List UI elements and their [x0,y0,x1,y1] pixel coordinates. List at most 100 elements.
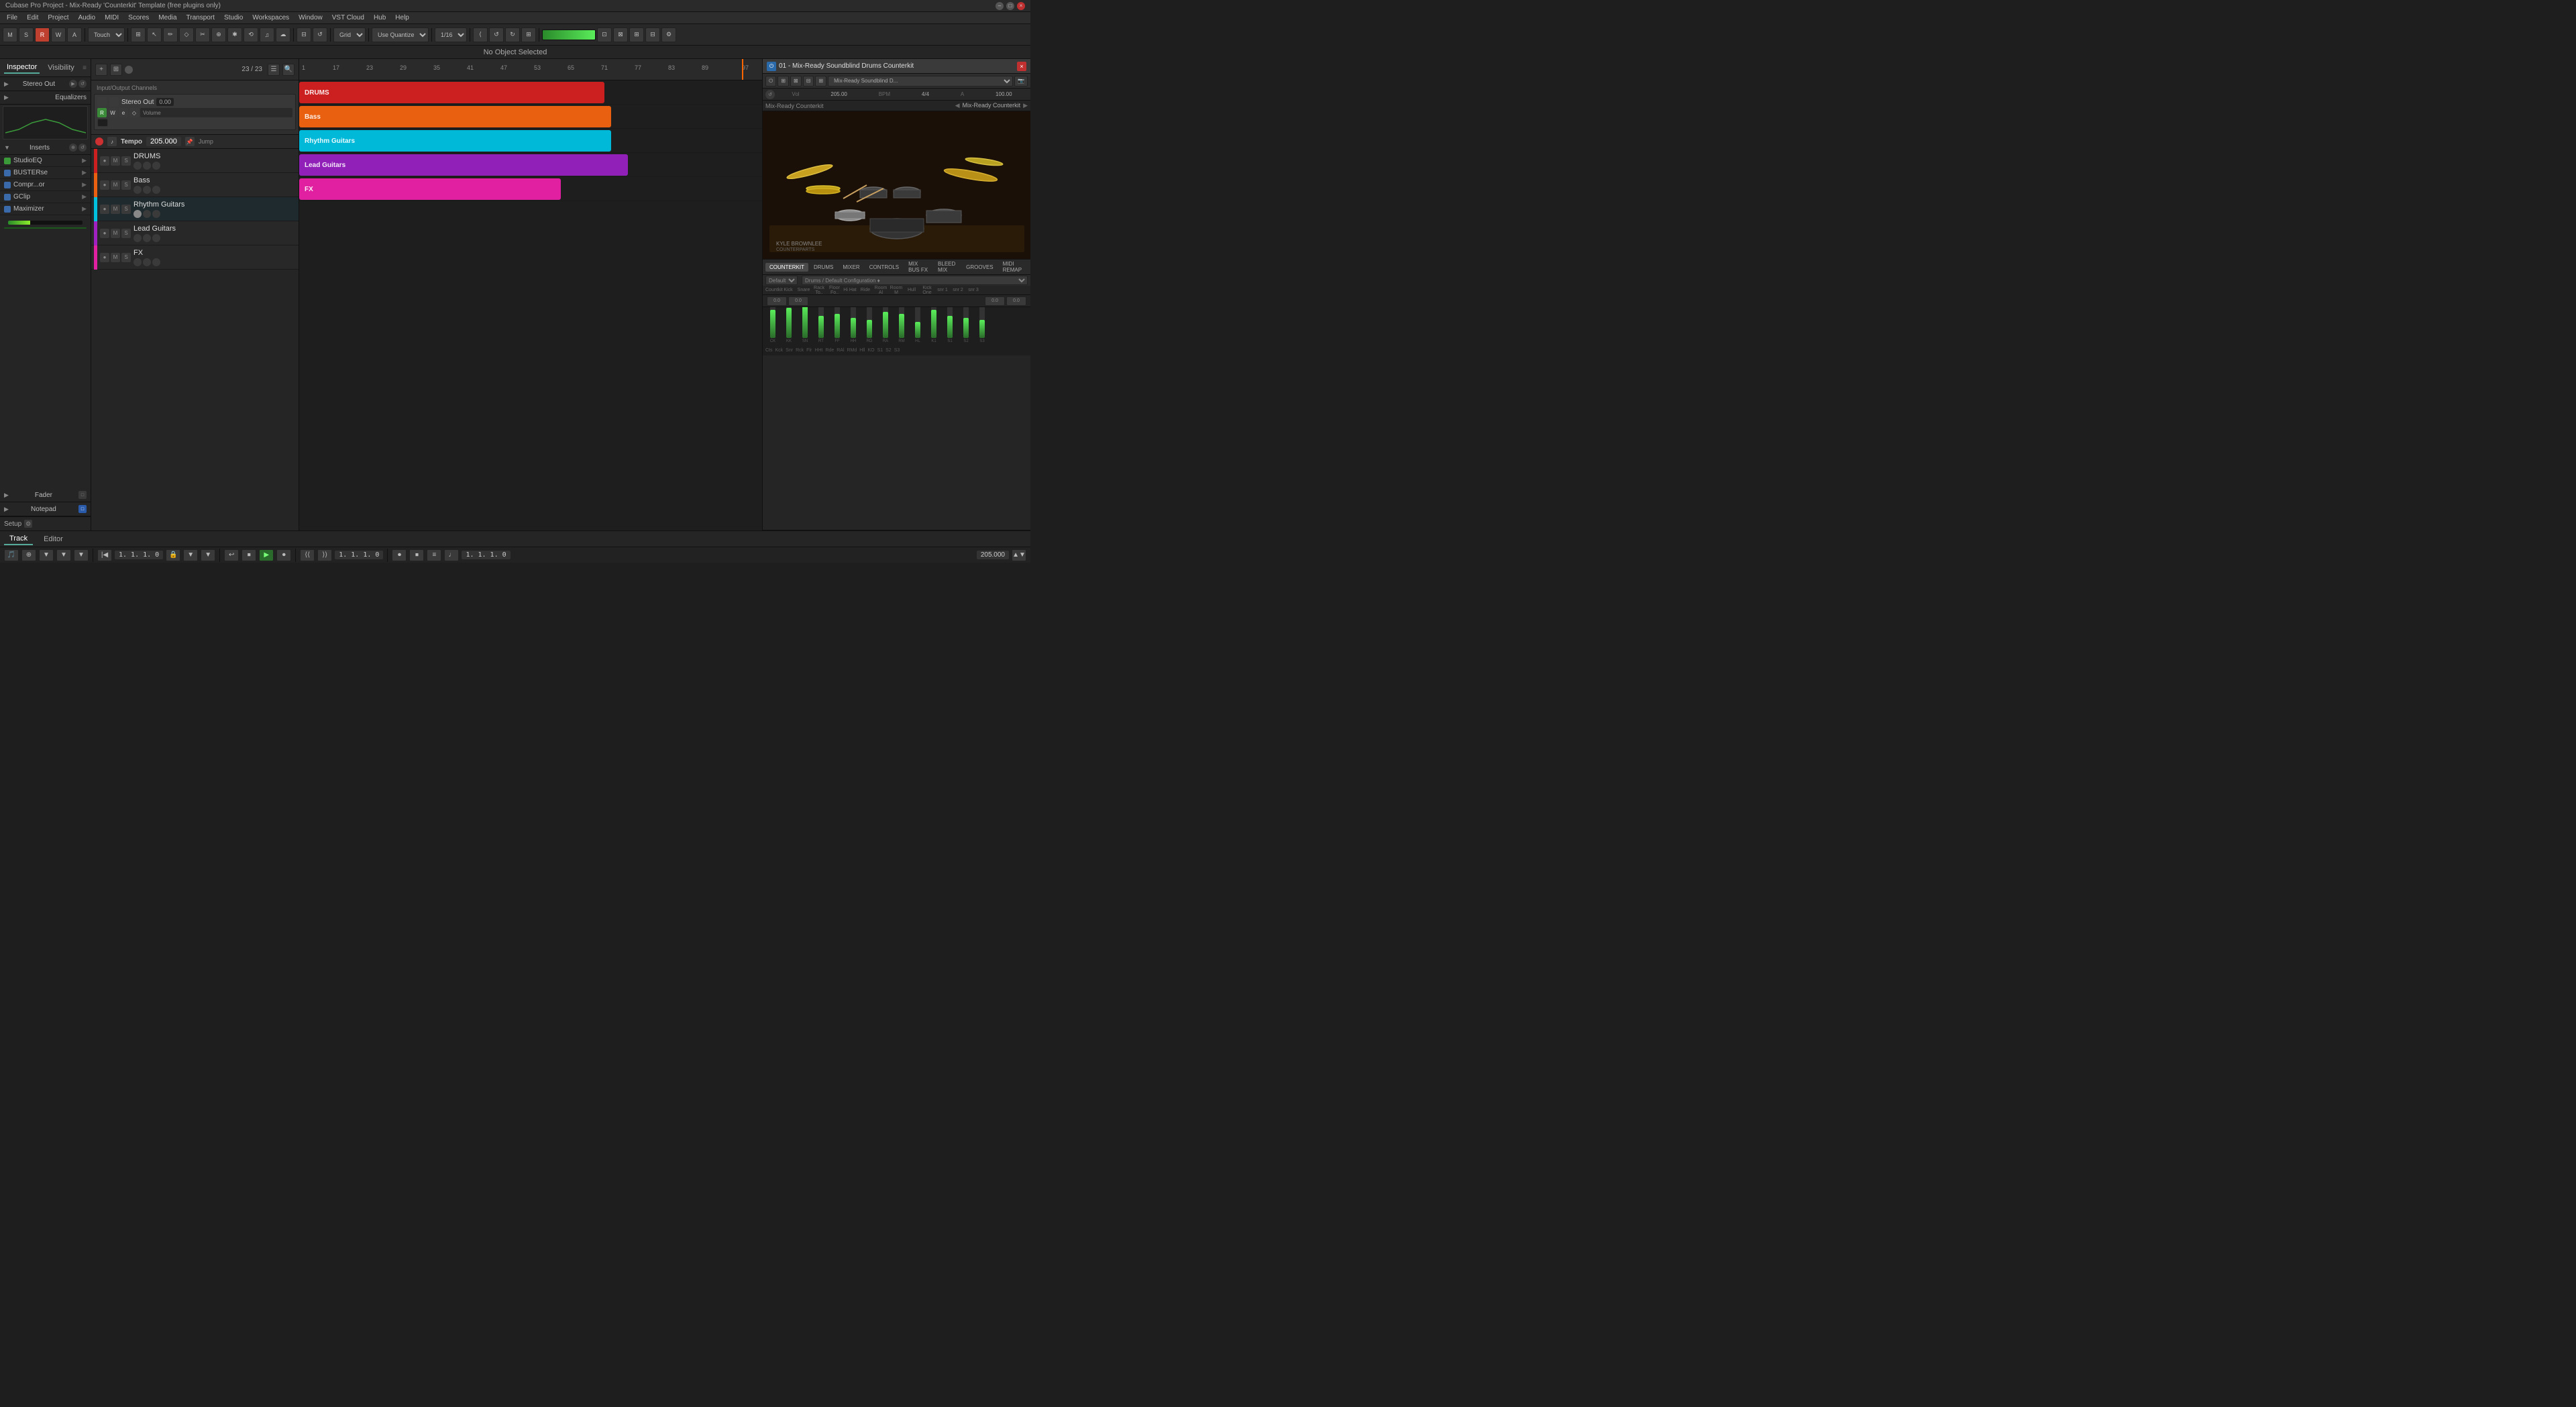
notepad-section[interactable]: ▶ Notepad □ [0,502,91,516]
tb-zoom[interactable]: ⊟ [297,27,311,42]
pl-btn-4[interactable]: ⊟ [803,76,814,87]
pl-nav-mixbusfx[interactable]: MIX BUS FX [904,260,932,274]
touch-mode-select[interactable]: Touch [88,27,125,42]
track-mini1-lead-guitars[interactable] [133,234,142,242]
tb-tool8[interactable]: ♫ [260,27,274,42]
menu-vstcloud[interactable]: VST Cloud [328,13,368,22]
menu-workspaces[interactable]: Workspaces [248,13,293,22]
tempo-jump-btn[interactable]: Jump [199,138,213,145]
tb-w[interactable]: W [51,27,66,42]
pl-btn-cam[interactable]: 📷 [1014,76,1028,87]
track-mini2-bass[interactable] [143,186,151,194]
track-mini3-lead-guitars[interactable] [152,234,160,242]
fader-btn[interactable]: □ [78,491,87,499]
inspector-menu-icon[interactable]: ≡ [83,64,87,72]
add-track-button[interactable]: + [95,64,107,76]
track-solo-lead-guitars[interactable]: S [121,229,131,238]
track-row-fx[interactable]: ● M S FX [91,245,299,270]
tb-settings1[interactable]: ⊡ [597,27,612,42]
track-mute-lead-guitars[interactable]: M [111,229,120,238]
tb-a[interactable]: A [67,27,82,42]
pl-nav-mixer[interactable]: MIXER [839,263,863,272]
track-mute-rhythm-guitars[interactable]: M [111,205,120,214]
track-solo-fx[interactable]: S [121,253,131,262]
track-mini1-drums[interactable] [133,162,142,170]
tb-s[interactable]: S [19,27,34,42]
tracklist-filter[interactable]: ☰ [268,64,280,76]
track-row-lead-guitars[interactable]: ● M S Lead Guitars [91,221,299,245]
tr-position1[interactable]: 1. 1. 1. 0 [115,551,163,559]
plugin-maximizer[interactable]: Maximizer ▶ [0,203,91,215]
track-mute-drums[interactable]: M [111,156,120,166]
arrange-clip-rhythm-guitars[interactable]: Rhythm Guitars [299,130,611,152]
inserts-btn1[interactable]: ⊕ [69,144,77,152]
tracklist-search[interactable]: 🔍 [282,64,294,76]
tr-position2[interactable]: 1. 1. 1. 0 [335,551,383,559]
plugin-compressor[interactable]: Compr...or ▶ [0,179,91,191]
track-mini1-rhythm-guitars[interactable] [133,210,142,218]
tr-loop-enable[interactable]: 🔒 [166,549,180,561]
stereo-out-btn1[interactable]: ▶ [69,80,77,88]
tr-rec-mode[interactable]: ⊕ [21,549,36,561]
track-mini3-drums[interactable] [152,162,160,170]
tb-extra4[interactable]: ⊞ [521,27,536,42]
menu-project[interactable]: Project [44,13,72,22]
arrange-clip-bass[interactable]: Bass [299,106,611,127]
menu-studio[interactable]: Studio [220,13,247,22]
tb-tool1[interactable]: ↖ [147,27,162,42]
track-row-drums[interactable]: ● M S DRUMS [91,149,299,173]
tr-metronome2[interactable]: ♩ [444,549,459,561]
pl2-btn1[interactable]: ↺ [765,90,775,99]
pl-nav-grooves[interactable]: GROOVES [962,263,997,272]
menu-scores[interactable]: Scores [124,13,153,22]
arrange-clip-lead-guitars[interactable]: Lead Guitars [299,154,628,176]
tb-tool9[interactable]: ☁ [276,27,290,42]
menu-midi[interactable]: MIDI [101,13,123,22]
fader-ctrl2[interactable]: 0.0 [788,296,808,306]
fader-bar-floorfo[interactable] [835,307,840,338]
io-btn-e[interactable]: e [119,108,128,117]
tr-rec2[interactable]: ⏺ [392,549,407,561]
tb-tool4[interactable]: ✂ [195,27,210,42]
note-select[interactable]: 1/16 [435,27,467,42]
mixer-preset-select[interactable]: Default [765,276,798,285]
io-btn-r[interactable]: R [97,108,107,117]
equalizers-section[interactable]: ▶ Equalizers [0,91,91,105]
tr-prev-marker[interactable]: ⟨⟨ [300,549,315,561]
tr-stop[interactable]: ⏹ [241,549,256,561]
quantize-select[interactable]: Use Quantize [372,27,429,42]
fader-bar-rackto[interactable] [818,307,824,338]
tr-rewind-home[interactable]: |◀ [97,549,112,561]
fader-bar-roomm[interactable] [899,307,904,338]
tr-punch[interactable]: ▼ [74,549,89,561]
tr-undo[interactable]: ↩ [224,549,239,561]
fader-ctrl4[interactable]: 0.0 [1006,296,1026,306]
menu-hub[interactable]: Hub [370,13,390,22]
track-row-rhythm-guitars[interactable]: ● M S Rhythm Guitars [91,197,299,221]
menu-file[interactable]: File [3,13,21,22]
plugin-busterso[interactable]: BUSTERse ▶ [0,167,91,179]
plugin-gclip[interactable]: GClip ▶ [0,191,91,203]
io-btn-w[interactable]: W [108,108,117,117]
pl-btn-2[interactable]: ⊞ [777,76,789,87]
track-mini1-bass[interactable] [133,186,142,194]
inserts-section[interactable]: ▼ Inserts ⊕ ↺ [0,141,91,155]
track-mini1-fx[interactable] [133,258,142,266]
pl-btn-5[interactable]: ⊞ [815,76,826,87]
track-vis-lead-guitars[interactable]: ● [100,229,109,238]
pl-nav-controls[interactable]: CONTROLS [865,263,903,272]
fader-bar-roomal[interactable] [883,307,888,338]
inspector-tab[interactable]: Inspector [4,62,40,74]
tb-tool2[interactable]: ✏ [163,27,178,42]
track-mini2-rhythm-guitars[interactable] [143,210,151,218]
tr-tempo[interactable]: 205.000 [977,551,1009,559]
tab-track[interactable]: Track [4,533,33,545]
tracklist-btn2[interactable]: ⊞ [110,64,122,76]
track-vis-bass[interactable]: ● [100,180,109,190]
track-mute-bass[interactable]: M [111,180,120,190]
track-mini2-lead-guitars[interactable] [143,234,151,242]
notepad-btn[interactable]: □ [78,505,87,513]
io-volume[interactable]: 0.00 [156,98,174,106]
close-button[interactable]: × [1017,2,1025,10]
tb-settings3[interactable]: ⊞ [629,27,644,42]
